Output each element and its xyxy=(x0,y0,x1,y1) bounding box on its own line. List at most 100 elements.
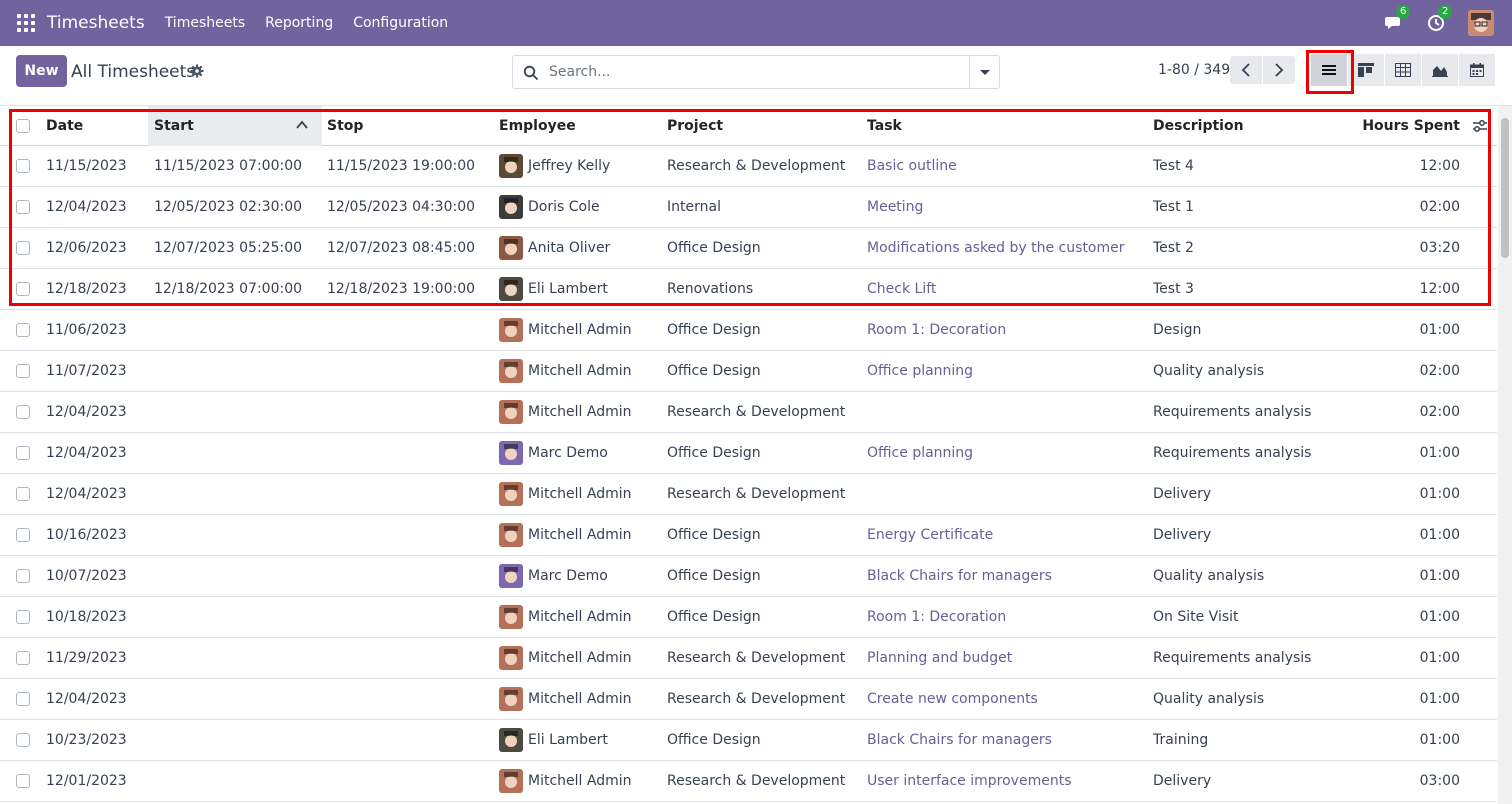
table-row[interactable]: 12/04/2023 Mitchell Admin Research & Devel… xyxy=(0,679,1497,720)
column-header-date[interactable]: Date xyxy=(46,106,146,145)
employee-name[interactable]: Anita Oliver xyxy=(528,240,610,256)
pager-previous-button[interactable] xyxy=(1230,56,1262,84)
column-header-task[interactable]: Task xyxy=(867,106,1147,145)
row-checkbox[interactable] xyxy=(16,774,30,788)
row-checkbox[interactable] xyxy=(16,651,30,665)
scrollbar-thumb[interactable] xyxy=(1501,118,1509,258)
cell-task[interactable]: User interface improvements xyxy=(867,761,1147,801)
cell-stop: 11/15/2023 19:00:00 xyxy=(327,158,476,174)
pager-value[interactable]: 1-80 / 349 xyxy=(1158,62,1230,78)
cell-project: Research & Development xyxy=(667,486,846,502)
cell-date: 10/18/2023 xyxy=(46,609,127,625)
cell-hours-spent: 01:00 xyxy=(1419,445,1460,461)
table-row[interactable]: 12/06/2023 12/07/2023 05:25:00 12/07/2023 … xyxy=(0,228,1497,269)
row-checkbox[interactable] xyxy=(16,692,30,706)
cell-task[interactable]: Energy Certificate xyxy=(867,515,1147,555)
employee-name[interactable]: Eli Lambert xyxy=(528,732,608,748)
employee-name[interactable]: Marc Demo xyxy=(528,445,608,461)
menu-reporting[interactable]: Reporting xyxy=(265,15,333,31)
gear-icon[interactable] xyxy=(190,64,204,78)
row-checkbox[interactable] xyxy=(16,487,30,501)
row-checkbox[interactable] xyxy=(16,569,30,583)
new-button[interactable]: New xyxy=(16,55,67,87)
view-graph-button[interactable] xyxy=(1422,54,1458,86)
table-row[interactable]: 10/16/2023 Mitchell Admin Office Design Ene… xyxy=(0,515,1497,556)
cell-task[interactable]: Black Chairs for managers xyxy=(867,556,1147,596)
employee-name[interactable]: Mitchell Admin xyxy=(528,650,632,666)
cell-task[interactable]: Planning and budget xyxy=(867,638,1147,678)
table-row[interactable]: 12/04/2023 Mitchell Admin Research & Devel… xyxy=(0,392,1497,433)
table-row[interactable]: 12/04/2023 12/05/2023 02:30:00 12/05/2023 … xyxy=(0,187,1497,228)
row-checkbox[interactable] xyxy=(16,159,30,173)
row-checkbox[interactable] xyxy=(16,446,30,460)
column-header-stop[interactable]: Stop xyxy=(327,106,493,145)
user-avatar[interactable] xyxy=(1468,10,1494,36)
table-row[interactable]: 12/04/2023 Mitchell Admin Research & Devel… xyxy=(0,474,1497,515)
select-all-checkbox[interactable] xyxy=(16,118,30,133)
cell-task[interactable]: Basic outline xyxy=(867,146,1147,186)
table-row[interactable]: 12/01/2023 Mitchell Admin Research & Devel… xyxy=(0,761,1497,802)
column-header-employee[interactable]: Employee xyxy=(499,106,661,145)
menu-configuration[interactable]: Configuration xyxy=(353,15,448,31)
table-row[interactable]: 12/04/2023 Marc Demo Office Design Office p… xyxy=(0,433,1497,474)
table-row[interactable]: 11/07/2023 Mitchell Admin Office Design Off… xyxy=(0,351,1497,392)
search-input[interactable] xyxy=(549,56,969,88)
employee-name[interactable]: Doris Cole xyxy=(528,199,600,215)
table-row[interactable]: 11/06/2023 Mitchell Admin Office Design Roo… xyxy=(0,310,1497,351)
cell-task[interactable]: Office planning xyxy=(867,351,1147,391)
row-checkbox[interactable] xyxy=(16,282,30,296)
cell-task[interactable] xyxy=(867,392,1147,432)
search-options-toggle[interactable] xyxy=(969,56,999,88)
cell-task[interactable]: Office planning xyxy=(867,433,1147,473)
employee-name[interactable]: Mitchell Admin xyxy=(528,404,632,420)
cell-task[interactable]: Check Lift xyxy=(867,269,1147,309)
employee-name[interactable]: Mitchell Admin xyxy=(528,773,632,789)
row-checkbox[interactable] xyxy=(16,323,30,337)
view-calendar-button[interactable] xyxy=(1459,54,1495,86)
cell-task[interactable]: Meeting xyxy=(867,187,1147,227)
employee-name[interactable]: Mitchell Admin xyxy=(528,363,632,379)
row-checkbox[interactable] xyxy=(16,528,30,542)
table-row[interactable]: 11/15/2023 11/15/2023 07:00:00 11/15/2023 … xyxy=(0,146,1497,187)
row-checkbox[interactable] xyxy=(16,364,30,378)
messages-button[interactable]: 6 xyxy=(1384,5,1411,33)
employee-name[interactable]: Mitchell Admin xyxy=(528,486,632,502)
table-row[interactable]: 12/18/2023 12/18/2023 07:00:00 12/18/2023 … xyxy=(0,269,1497,310)
row-checkbox[interactable] xyxy=(16,733,30,747)
employee-name[interactable]: Mitchell Admin xyxy=(528,527,632,543)
employee-name[interactable]: Mitchell Admin xyxy=(528,691,632,707)
row-checkbox[interactable] xyxy=(16,200,30,214)
view-pivot-button[interactable] xyxy=(1385,54,1421,86)
employee-name[interactable]: Eli Lambert xyxy=(528,281,608,297)
cell-task[interactable]: Black Chairs for managers xyxy=(867,720,1147,760)
employee-name[interactable]: Marc Demo xyxy=(528,568,608,584)
row-checkbox[interactable] xyxy=(16,405,30,419)
table-row[interactable]: 11/29/2023 Mitchell Admin Research & Devel… xyxy=(0,638,1497,679)
menu-timesheets[interactable]: Timesheets xyxy=(165,15,245,31)
cell-hours-spent: 01:00 xyxy=(1419,322,1460,338)
row-checkbox[interactable] xyxy=(16,610,30,624)
employee-avatar xyxy=(499,523,523,547)
employee-name[interactable]: Jeffrey Kelly xyxy=(528,158,610,174)
table-row[interactable]: 10/07/2023 Marc Demo Office Design Black Ch… xyxy=(0,556,1497,597)
cell-task[interactable]: Create new components xyxy=(867,679,1147,719)
row-checkbox[interactable] xyxy=(16,241,30,255)
cell-task[interactable] xyxy=(867,474,1147,514)
kanban-view-icon xyxy=(1358,63,1374,77)
sliders-icon[interactable] xyxy=(1472,118,1488,134)
table-row[interactable]: 10/18/2023 Mitchell Admin Office Design Roo… xyxy=(0,597,1497,638)
cell-task[interactable]: Room 1: Decoration xyxy=(867,597,1147,637)
employee-name[interactable]: Mitchell Admin xyxy=(528,609,632,625)
cell-task[interactable]: Room 1: Decoration xyxy=(867,310,1147,350)
app-title[interactable]: Timesheets xyxy=(47,13,145,33)
column-header-description[interactable]: Description xyxy=(1153,106,1353,145)
vertical-scrollbar[interactable] xyxy=(1498,106,1512,804)
activities-button[interactable]: 2 xyxy=(1426,5,1453,33)
apps-grid-icon[interactable] xyxy=(17,14,35,32)
pager-next-button[interactable] xyxy=(1263,56,1295,84)
column-header-hours-spent[interactable]: Hours Spent xyxy=(1360,106,1460,145)
employee-name[interactable]: Mitchell Admin xyxy=(528,322,632,338)
column-header-project[interactable]: Project xyxy=(667,106,861,145)
cell-task[interactable]: Modifications asked by the customer xyxy=(867,228,1147,268)
table-row[interactable]: 10/23/2023 Eli Lambert Office Design Black … xyxy=(0,720,1497,761)
